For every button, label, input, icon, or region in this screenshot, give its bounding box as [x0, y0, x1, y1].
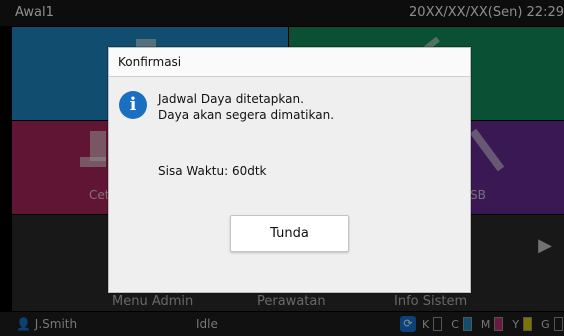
screen: Awal1 20XX/XX/XX(Sen) 22:29 Cet SB ▶ Men…	[0, 0, 564, 336]
postpone-button[interactable]: Tunda	[230, 215, 349, 252]
message-line-2: Daya akan segera dimatikan.	[158, 108, 335, 122]
info-icon: i	[119, 91, 147, 119]
message-line-1: Jadwal Daya ditetapkan.	[158, 92, 304, 106]
dialog-message: Jadwal Daya ditetapkan. Daya akan segera…	[158, 91, 334, 123]
dialog-title: Konfirmasi	[118, 55, 182, 69]
remaining-time: Sisa Waktu: 60dtk	[158, 164, 267, 178]
dialog-header: Konfirmasi	[109, 48, 470, 77]
confirmation-dialog: Konfirmasi i Jadwal Daya ditetapkan. Day…	[108, 47, 471, 293]
